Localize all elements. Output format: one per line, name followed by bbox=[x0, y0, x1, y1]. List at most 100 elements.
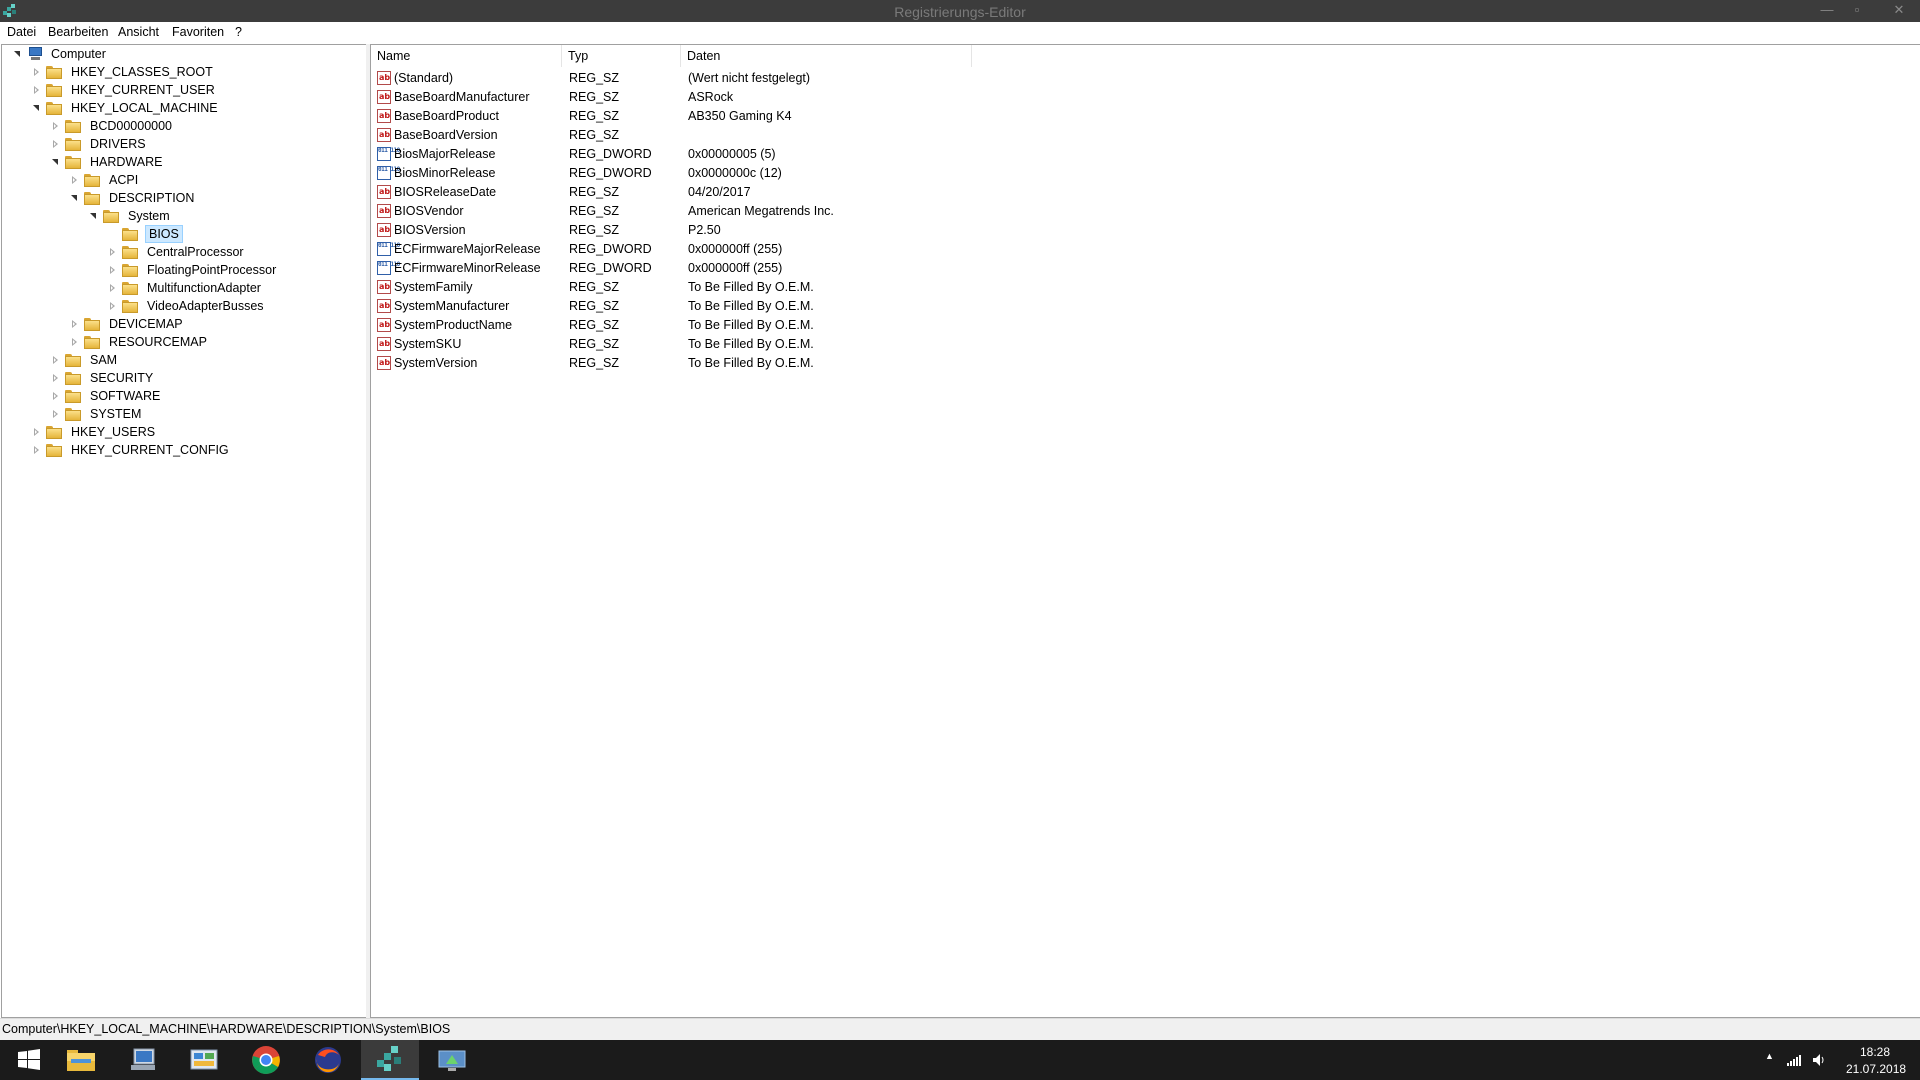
value-row[interactable]: ab BaseBoardManufacturer REG_SZ ASRock bbox=[377, 88, 977, 107]
tree-node-label: MultifunctionAdapter bbox=[147, 281, 261, 295]
tree-node-hkey-users[interactable]: HKEY_USERS bbox=[31, 423, 157, 441]
tree-node-hkey-classes-root[interactable]: HKEY_CLASSES_ROOT bbox=[31, 63, 215, 81]
expand-arrow-icon[interactable] bbox=[50, 138, 62, 150]
tree-node-hkey-current-config[interactable]: HKEY_CURRENT_CONFIG bbox=[31, 441, 231, 459]
expand-arrow-icon[interactable] bbox=[69, 318, 81, 330]
tree-node-bcd00000000[interactable]: BCD00000000 bbox=[50, 117, 174, 135]
regedit-icon bbox=[377, 1046, 401, 1071]
value-data: To Be Filled By O.E.M. bbox=[688, 280, 814, 294]
value-row[interactable]: 011 110 ECFirmwareMinorRelease REG_DWORD 0x… bbox=[377, 259, 977, 278]
value-row[interactable]: ab SystemProductName REG_SZ To Be Filled By… bbox=[377, 316, 977, 335]
tree-node-acpi[interactable]: ACPI bbox=[69, 171, 140, 189]
tree-node-resourcemap[interactable]: RESOURCEMAP bbox=[69, 333, 209, 351]
taskbar-regedit[interactable] bbox=[361, 1040, 419, 1080]
value-data: 04/20/2017 bbox=[688, 185, 751, 199]
tree-node-devicemap[interactable]: DEVICEMAP bbox=[69, 315, 185, 333]
taskbar-network[interactable] bbox=[423, 1040, 481, 1080]
expand-arrow-icon[interactable] bbox=[50, 372, 62, 384]
value-row[interactable]: ab BaseBoardProduct REG_SZ AB350 Gaming K4 bbox=[377, 107, 977, 126]
value-row[interactable]: ab BaseBoardVersion REG_SZ bbox=[377, 126, 977, 145]
expand-arrow-icon[interactable] bbox=[31, 444, 43, 456]
expand-arrow-icon[interactable] bbox=[107, 300, 119, 312]
value-name: (Standard) bbox=[394, 71, 454, 85]
collapse-arrow-icon[interactable] bbox=[31, 102, 43, 114]
value-row[interactable]: ab SystemSKU REG_SZ To Be Filled By O.E.M. bbox=[377, 335, 977, 354]
expand-arrow-icon[interactable] bbox=[31, 84, 43, 96]
menu-bearbeiten[interactable]: Bearbeiten bbox=[48, 25, 108, 39]
value-row[interactable]: 011 110 BiosMajorRelease REG_DWORD 0x000000… bbox=[377, 145, 977, 164]
value-row[interactable]: ab (Standard) REG_SZ (Wert nicht festgelegt… bbox=[377, 69, 977, 88]
tree-node-system[interactable]: System bbox=[88, 207, 172, 225]
value-row[interactable]: 011 110 BiosMinorRelease REG_DWORD 0x000000… bbox=[377, 164, 977, 183]
expand-arrow-icon[interactable] bbox=[107, 246, 119, 258]
expand-arrow-icon[interactable] bbox=[69, 174, 81, 186]
tree-node-security[interactable]: SECURITY bbox=[50, 369, 155, 387]
clock-time[interactable]: 18:28 bbox=[1860, 1045, 1890, 1059]
tree-node-hkey-local-machine[interactable]: HKEY_LOCAL_MACHINE bbox=[31, 99, 220, 117]
taskbar-chrome[interactable] bbox=[237, 1040, 295, 1080]
column-header-name[interactable]: Name bbox=[371, 45, 562, 67]
tree-node-hkey-current-user[interactable]: HKEY_CURRENT_USER bbox=[31, 81, 217, 99]
taskbar-firefox[interactable] bbox=[299, 1040, 357, 1080]
minimize-button[interactable]: — bbox=[1818, 2, 1836, 18]
folder-icon bbox=[65, 137, 82, 151]
value-row[interactable]: ab BIOSVersion REG_SZ P2.50 bbox=[377, 221, 977, 240]
expand-arrow-icon[interactable] bbox=[31, 66, 43, 78]
taskbar-control-panel[interactable] bbox=[175, 1040, 233, 1080]
menu-favoriten[interactable]: Favoriten bbox=[172, 25, 224, 39]
collapse-arrow-icon[interactable] bbox=[12, 48, 24, 60]
tray-chevron-icon[interactable]: ▲ bbox=[1765, 1051, 1774, 1061]
folder-icon bbox=[65, 353, 82, 367]
tree-node-floatingpointprocessor[interactable]: FloatingPointProcessor bbox=[107, 261, 278, 279]
value-row[interactable]: ab SystemManufacturer REG_SZ To Be Filled B… bbox=[377, 297, 977, 316]
values-list[interactable]: Name Typ Daten ab (Standard) REG_SZ (Wert n… bbox=[370, 44, 1920, 1018]
tree-node-computer[interactable]: Computer bbox=[12, 45, 108, 63]
tree-node-label: SYSTEM bbox=[90, 407, 142, 421]
tree-node-multifunctionadapter[interactable]: MultifunctionAdapter bbox=[107, 279, 263, 297]
column-header-type[interactable]: Typ bbox=[562, 45, 681, 67]
expand-arrow-icon[interactable] bbox=[31, 426, 43, 438]
expand-arrow-icon[interactable] bbox=[50, 390, 62, 402]
tree-node-software[interactable]: SOFTWARE bbox=[50, 387, 162, 405]
close-button[interactable]: ✕ bbox=[1890, 2, 1908, 18]
tree-node-label: HKEY_CLASSES_ROOT bbox=[71, 65, 213, 79]
expand-arrow-icon[interactable] bbox=[50, 408, 62, 420]
tree-node-system[interactable]: SYSTEM bbox=[50, 405, 143, 423]
start-button[interactable] bbox=[0, 1040, 58, 1080]
tree-node-videoadapterbusses[interactable]: VideoAdapterBusses bbox=[107, 297, 266, 315]
value-row[interactable]: ab SystemFamily REG_SZ To Be Filled By O.E.… bbox=[377, 278, 977, 297]
expand-arrow-icon[interactable] bbox=[107, 282, 119, 294]
network-signal-icon[interactable] bbox=[1787, 1054, 1801, 1066]
menu-ansicht[interactable]: Ansicht bbox=[118, 25, 159, 39]
value-type: REG_SZ bbox=[569, 109, 620, 123]
expand-arrow-icon[interactable] bbox=[69, 336, 81, 348]
value-row[interactable]: ab SystemVersion REG_SZ To Be Filled By O.E… bbox=[377, 354, 977, 373]
registry-tree[interactable]: Computer HKEY_CLASSES_ROOT HKEY_CURRENT_US… bbox=[1, 44, 367, 1018]
collapse-arrow-icon[interactable] bbox=[69, 192, 81, 204]
value-row[interactable]: ab BIOSVendor REG_SZ American Megatrends In… bbox=[377, 202, 977, 221]
taskbar-file-explorer[interactable] bbox=[52, 1040, 110, 1080]
tree-node-sam[interactable]: SAM bbox=[50, 351, 119, 369]
volume-icon[interactable] bbox=[1812, 1053, 1826, 1067]
maximize-button[interactable]: ▫ bbox=[1848, 2, 1866, 18]
value-data: AB350 Gaming K4 bbox=[688, 109, 792, 123]
value-row[interactable]: 011 110 ECFirmwareMajorRelease REG_DWORD 0x… bbox=[377, 240, 977, 259]
taskbar-this-pc[interactable] bbox=[114, 1040, 172, 1080]
tree-node-centralprocessor[interactable]: CentralProcessor bbox=[107, 243, 246, 261]
expand-arrow-icon[interactable] bbox=[107, 264, 119, 276]
menu-datei[interactable]: Datei bbox=[7, 25, 36, 39]
column-header-data[interactable]: Daten bbox=[681, 45, 972, 67]
clock-date[interactable]: 21.07.2018 bbox=[1846, 1062, 1906, 1076]
collapse-arrow-icon[interactable] bbox=[50, 156, 62, 168]
tree-node-bios[interactable]: BIOS bbox=[107, 225, 183, 243]
expand-arrow-icon[interactable] bbox=[50, 120, 62, 132]
tree-node-drivers[interactable]: DRIVERS bbox=[50, 135, 148, 153]
tree-node-description[interactable]: DESCRIPTION bbox=[69, 189, 196, 207]
value-row[interactable]: ab BIOSReleaseDate REG_SZ 04/20/2017 bbox=[377, 183, 977, 202]
tree-node-hardware[interactable]: HARDWARE bbox=[50, 153, 164, 171]
expand-arrow-icon[interactable] bbox=[50, 354, 62, 366]
string-value-icon: ab bbox=[377, 204, 391, 218]
menu-help[interactable]: ? bbox=[235, 25, 242, 39]
value-type: REG_DWORD bbox=[569, 166, 652, 180]
collapse-arrow-icon[interactable] bbox=[88, 210, 100, 222]
